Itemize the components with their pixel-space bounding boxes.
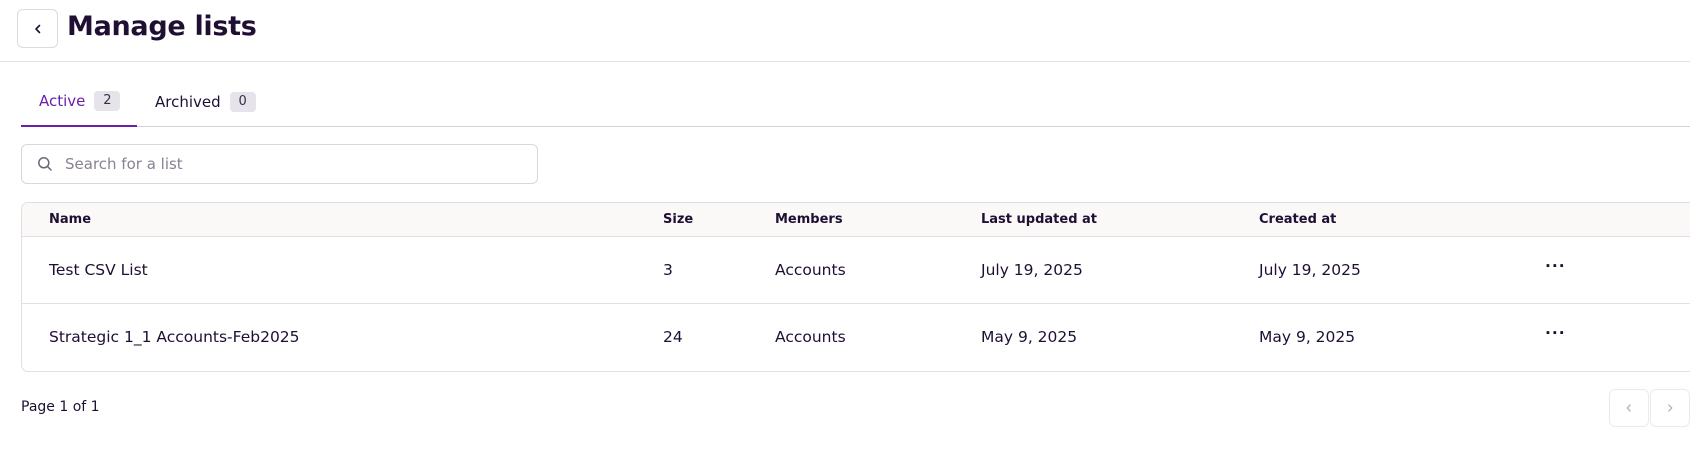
tab-archived-count-badge: 0 [229, 91, 256, 112]
table-row[interactable]: Strategic 1_1 Accounts-Feb2025 24 Accoun… [22, 304, 1690, 371]
tab-active-count-badge: 2 [94, 90, 121, 111]
row-more-options-icon[interactable]: ··· [1545, 324, 1566, 342]
chevron-left-icon [34, 24, 40, 33]
column-header-members[interactable]: Members [775, 212, 843, 227]
table-row[interactable]: Test CSV List 3 Accounts July 19, 2025 J… [22, 237, 1690, 304]
page-title: Manage lists [67, 11, 257, 42]
chevron-left-icon [1626, 404, 1631, 412]
tab-active[interactable]: Active 2 [21, 78, 137, 127]
column-header-created[interactable]: Created at [1259, 212, 1336, 227]
back-button[interactable] [17, 9, 58, 48]
tab-archived-label: Archived [155, 92, 221, 111]
pagination-status: Page 1 of 1 [21, 399, 100, 415]
row-last-updated: May 9, 2025 [981, 328, 1078, 346]
next-page-button[interactable] [1650, 389, 1690, 427]
tab-active-label: Active [39, 91, 86, 110]
column-header-last-updated[interactable]: Last updated at [981, 212, 1097, 227]
row-members: Accounts [775, 328, 846, 346]
previous-page-button[interactable] [1609, 389, 1649, 427]
row-members: Accounts [775, 261, 846, 279]
column-header-name[interactable]: Name [49, 212, 91, 227]
lists-table: Name Size Members Last updated at Create… [21, 202, 1690, 372]
search-input[interactable] [65, 155, 485, 173]
row-created: May 9, 2025 [1259, 328, 1356, 346]
tab-bar: Active 2 Archived 0 [21, 78, 1690, 127]
column-header-size[interactable]: Size [663, 212, 693, 227]
row-last-updated: July 19, 2025 [981, 261, 1083, 279]
row-name[interactable]: Strategic 1_1 Accounts-Feb2025 [49, 328, 300, 346]
tab-archived[interactable]: Archived 0 [155, 78, 256, 127]
search-icon [37, 156, 53, 172]
search-box [21, 144, 538, 184]
row-size: 3 [663, 261, 673, 279]
table-header: Name Size Members Last updated at Create… [22, 203, 1690, 237]
row-name[interactable]: Test CSV List [49, 261, 148, 279]
chevron-right-icon [1668, 404, 1673, 412]
row-more-options-icon[interactable]: ··· [1545, 257, 1566, 275]
row-created: July 19, 2025 [1259, 261, 1361, 279]
row-size: 24 [663, 328, 683, 346]
page-header: Manage lists [0, 0, 1690, 62]
